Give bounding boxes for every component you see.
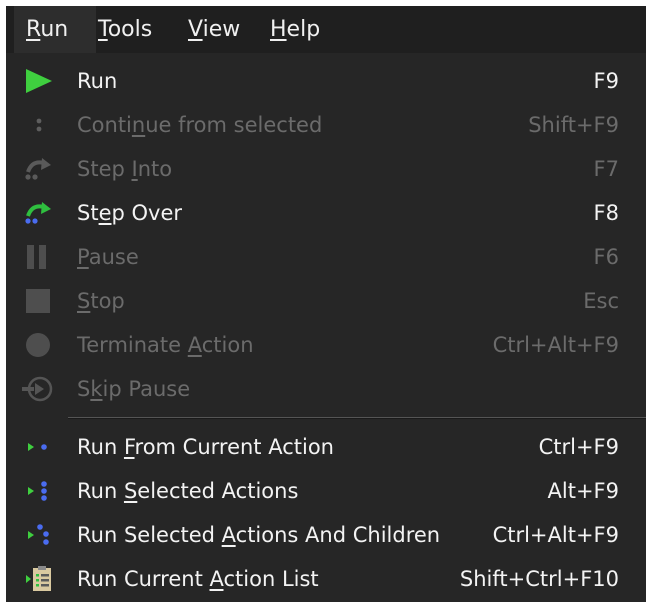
menu-item-label: Continue from selected <box>77 113 323 137</box>
menu-item-label: Skip Pause <box>77 377 191 401</box>
menu-item-label: Pause <box>77 245 139 269</box>
menu-item-shortcut: Ctrl+Alt+F9 <box>492 523 619 547</box>
run-action-list-icon <box>20 565 56 593</box>
menu-window: Run Tools View Help Run F9 Continue from… <box>6 6 646 602</box>
run-from-current-icon <box>20 433 56 461</box>
menu-item-shortcut: F7 <box>593 157 619 181</box>
menu-item-shortcut: Ctrl+F9 <box>538 435 619 459</box>
menu-separator-shadow <box>68 418 646 419</box>
mnemonic: H <box>270 17 287 42</box>
menubar: Run Tools View Help <box>6 6 646 53</box>
menubar-help[interactable]: Help <box>270 6 330 53</box>
menu-item-shortcut: Shift+Ctrl+F10 <box>459 567 619 591</box>
pause-icon <box>20 243 56 271</box>
mnemonic: V <box>188 17 203 42</box>
menu-item-shortcut: Shift+F9 <box>528 113 619 137</box>
menu-item-shortcut: F8 <box>593 201 619 225</box>
skip-pause-icon <box>20 375 56 403</box>
menu-item-continue-from-selected[interactable]: Continue from selected Shift+F9 <box>6 103 646 147</box>
menu-item-label: Run <box>77 69 118 93</box>
menu-item-run-selected-actions[interactable]: Run Selected Actions Alt+F9 <box>6 469 646 513</box>
menu-item-run-from-current-action[interactable]: Run From Current Action Ctrl+F9 <box>6 425 646 469</box>
menu-item-run[interactable]: Run F9 <box>6 59 646 103</box>
menu-item-shortcut: F6 <box>593 245 619 269</box>
menu-item-shortcut: F9 <box>593 69 619 93</box>
terminate-icon <box>20 331 56 359</box>
menu-item-label: Run Selected Actions <box>77 479 299 503</box>
menu-item-shortcut: Alt+F9 <box>547 479 619 503</box>
menu-item-label: Run Current Action List <box>77 567 319 591</box>
mnemonic: R <box>26 17 41 42</box>
menu-item-label: Stop <box>77 289 125 313</box>
menubar-run[interactable]: Run <box>14 6 96 53</box>
menu-item-label: Run From Current Action <box>77 435 334 459</box>
menu-item-label: Run Selected Actions And Children <box>77 523 441 547</box>
menu-item-label: Step Into <box>77 157 173 181</box>
play-icon <box>20 67 56 95</box>
menu-item-step-into[interactable]: Step Into F7 <box>6 147 646 191</box>
menubar-tools[interactable]: Tools <box>98 6 168 53</box>
stop-icon <box>20 287 56 315</box>
menu-item-step-over[interactable]: Step Over F8 <box>6 191 646 235</box>
menu-item-skip-pause[interactable]: Skip Pause <box>6 367 646 411</box>
menu-item-label: Step Over <box>77 201 183 225</box>
menu-item-label: Terminate Action <box>77 333 254 357</box>
menu-item-stop[interactable]: Stop Esc <box>6 279 646 323</box>
step-into-icon <box>20 155 56 183</box>
menu-item-run-selected-actions-and-children[interactable]: Run Selected Actions And Children Ctrl+A… <box>6 513 646 557</box>
menu-item-shortcut: Ctrl+Alt+F9 <box>492 333 619 357</box>
menu-item-run-current-action-list[interactable]: Run Current Action List Shift+Ctrl+F10 <box>6 557 646 601</box>
run-selected-icon <box>20 477 56 505</box>
mnemonic: T <box>98 17 108 42</box>
run-selected-children-icon <box>20 521 56 549</box>
menu-item-terminate-action[interactable]: Terminate Action Ctrl+Alt+F9 <box>6 323 646 367</box>
continue-icon <box>20 111 56 139</box>
menubar-view[interactable]: View <box>188 6 252 53</box>
menu-item-shortcut: Esc <box>583 289 619 313</box>
menu-item-pause[interactable]: Pause F6 <box>6 235 646 279</box>
run-menu-dropdown: Run F9 Continue from selected Shift+F9 S… <box>6 53 646 602</box>
step-over-icon <box>20 199 56 227</box>
